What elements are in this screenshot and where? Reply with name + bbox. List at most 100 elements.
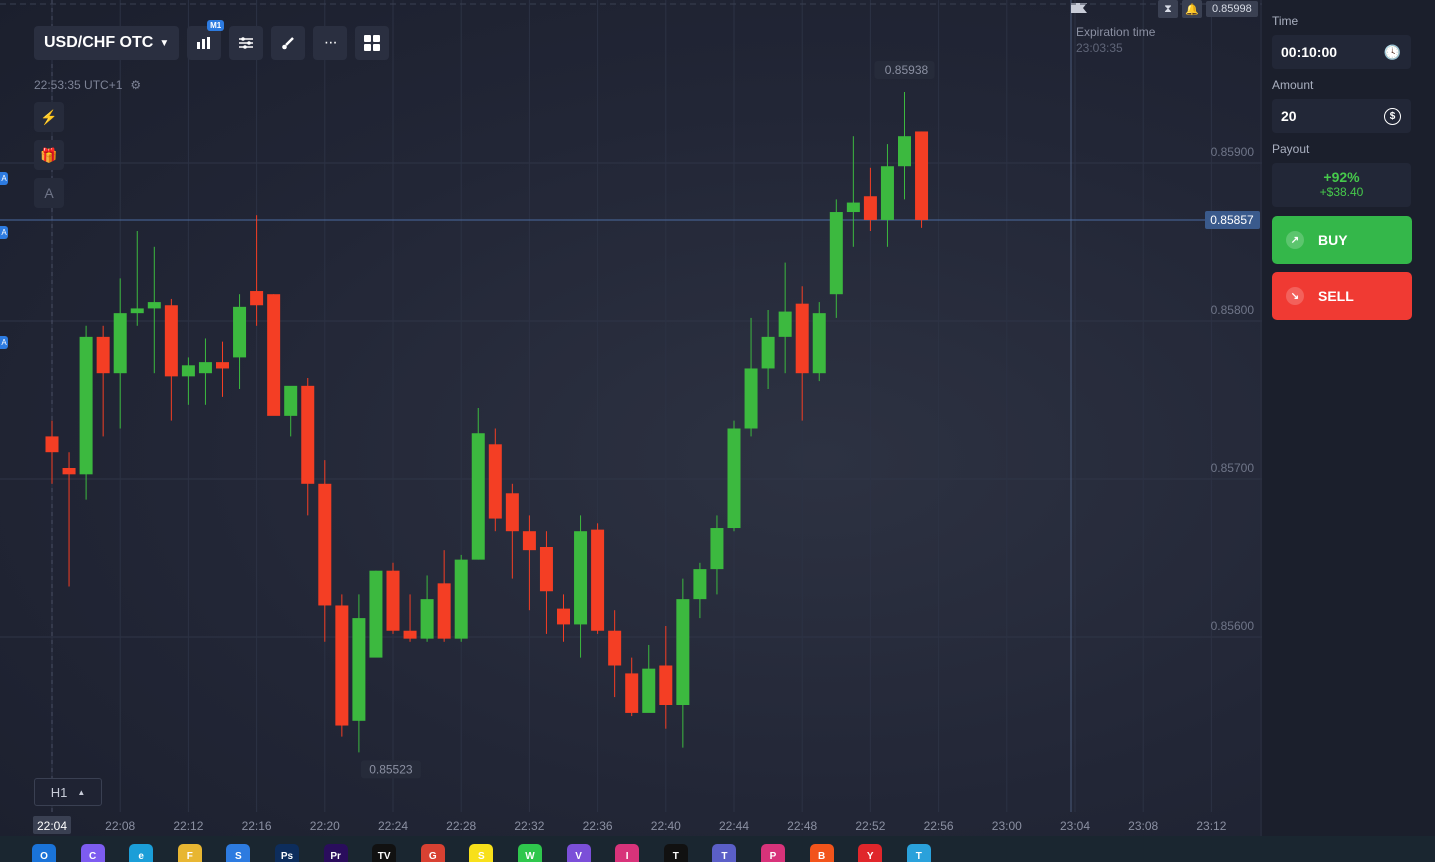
candle-body	[557, 608, 570, 625]
candle-down	[608, 610, 622, 698]
file-explorer-icon[interactable]: F	[177, 844, 202, 862]
candle-down	[403, 594, 417, 642]
copilot-icon[interactable]: C	[80, 844, 105, 862]
candle-body	[761, 336, 775, 369]
candle-body	[608, 630, 622, 666]
tiktok-icon[interactable]: T	[663, 844, 688, 862]
candle-down	[915, 131, 929, 228]
time-field[interactable]: 00:10:00 🕓	[1272, 35, 1411, 69]
x-tick-label: 22:04	[37, 819, 67, 833]
candle-body	[880, 166, 894, 220]
candle-body	[471, 433, 485, 560]
gift-icon[interactable]: 🎁	[34, 140, 64, 170]
outlook-icon[interactable]: O	[32, 844, 56, 862]
x-tick-label: 22:16	[242, 819, 272, 833]
candle-body	[454, 559, 468, 639]
candle-body	[488, 444, 502, 519]
timeframe-label: H1	[50, 784, 68, 800]
more-options-button[interactable]: ···	[313, 26, 348, 60]
candle-up	[284, 385, 298, 437]
amount-value: 20	[1281, 108, 1297, 124]
asset-pair-label: USD/CHF OTC	[44, 34, 154, 51]
edge-icon[interactable]: e	[129, 844, 154, 862]
candle-down	[267, 294, 281, 416]
sell-label: SELL	[1318, 288, 1354, 304]
chevron-up-icon: ▲	[77, 787, 86, 797]
lightning-icon[interactable]: ⚡	[34, 102, 64, 132]
x-tick-label: 22:52	[855, 819, 885, 833]
paint-icon[interactable]: P	[761, 844, 785, 862]
youtube-music-icon[interactable]: Y	[858, 844, 883, 862]
store-icon[interactable]: S	[226, 844, 251, 862]
sell-button[interactable]: ↘ SELL	[1272, 272, 1412, 320]
candle-body	[369, 570, 383, 658]
gear-icon[interactable]: ⚙	[130, 78, 141, 92]
whatsapp-icon[interactable]: W	[518, 844, 542, 862]
y-tick-label: 0.85700	[1211, 461, 1255, 475]
candle-body	[79, 336, 93, 475]
candle-up	[744, 317, 758, 437]
x-tick-label: 23:00	[992, 819, 1022, 833]
candle-body	[727, 428, 741, 529]
candle-body	[846, 202, 860, 213]
candle-down	[386, 562, 400, 634]
chrome-icon[interactable]: G	[420, 844, 445, 862]
payout-amount: +$38.40	[1319, 185, 1364, 199]
tradingview-icon[interactable]: TV	[372, 844, 397, 862]
candlestick-chart[interactable]: 22:04 22:08 22:12 22:16 22:20 22:24 22:28 22:32…	[0, 0, 1262, 836]
candle-body	[250, 291, 264, 306]
candle-body	[335, 605, 349, 726]
indicators-button[interactable]	[229, 26, 264, 60]
instagram-icon[interactable]: I	[615, 844, 640, 862]
candle-up	[471, 407, 485, 560]
candle-up	[727, 420, 741, 532]
candle-up	[812, 302, 826, 382]
candle-body	[898, 136, 911, 167]
candle-body	[625, 673, 639, 713]
trade-marker: A	[0, 172, 8, 185]
candle-down	[522, 515, 536, 611]
teams-icon[interactable]: T	[712, 844, 737, 862]
candle-down	[250, 215, 264, 326]
candle-body	[113, 313, 127, 374]
telegram-icon[interactable]: T	[906, 844, 931, 862]
drawing-tools-button[interactable]	[271, 26, 306, 60]
candle-down	[591, 523, 605, 634]
photoshop-icon[interactable]: Ps	[275, 844, 299, 862]
payout-percent: +92%	[1323, 169, 1360, 185]
viber-icon[interactable]: V	[566, 844, 591, 862]
x-tick-label: 22:56	[924, 819, 954, 833]
candle-up	[574, 515, 588, 658]
text-tool-icon[interactable]: A	[34, 178, 64, 208]
y-tick-label: 0.85800	[1211, 303, 1255, 317]
timeframe-selector[interactable]: H1 ▲	[34, 778, 102, 806]
x-tick-label: 22:24	[378, 819, 408, 833]
current-price-label: 0.85857	[1210, 213, 1254, 227]
asset-selector-button[interactable]: USD/CHF OTC ▼	[34, 26, 180, 60]
candle-body	[829, 212, 843, 295]
candle-body	[318, 483, 332, 606]
candle-up	[710, 515, 724, 595]
x-tick-label: 22:20	[310, 819, 340, 833]
snapchat-icon[interactable]: S	[469, 844, 494, 862]
hourglass-icon[interactable]: ⧗	[1158, 0, 1178, 18]
premiere-icon[interactable]: Pr	[323, 844, 348, 862]
brave-icon[interactable]: B	[809, 844, 834, 862]
chart-type-button[interactable]: M1	[187, 20, 225, 60]
clock-icon: 🕓	[1383, 43, 1401, 60]
x-tick-label: 22:28	[446, 819, 476, 833]
candle-body	[216, 362, 229, 369]
arrow-down-right-icon: ↘	[1286, 287, 1304, 305]
layout-button[interactable]	[355, 26, 390, 60]
candle-up	[233, 294, 247, 389]
amount-field[interactable]: 20 $	[1272, 99, 1411, 133]
candle-down	[863, 167, 877, 231]
candle-down	[164, 298, 178, 421]
side-tools: ⚡ 🎁 A	[34, 102, 64, 208]
buy-button[interactable]: ↗ BUY	[1272, 216, 1412, 264]
x-tick-label: 22:48	[787, 819, 817, 833]
bell-icon[interactable]: 🔔	[1182, 0, 1202, 18]
candle-up	[676, 578, 690, 748]
chart-area[interactable]: 22:04 22:08 22:12 22:16 22:20 22:24 22:28 22:32…	[0, 0, 1262, 836]
candle-up	[352, 594, 366, 753]
